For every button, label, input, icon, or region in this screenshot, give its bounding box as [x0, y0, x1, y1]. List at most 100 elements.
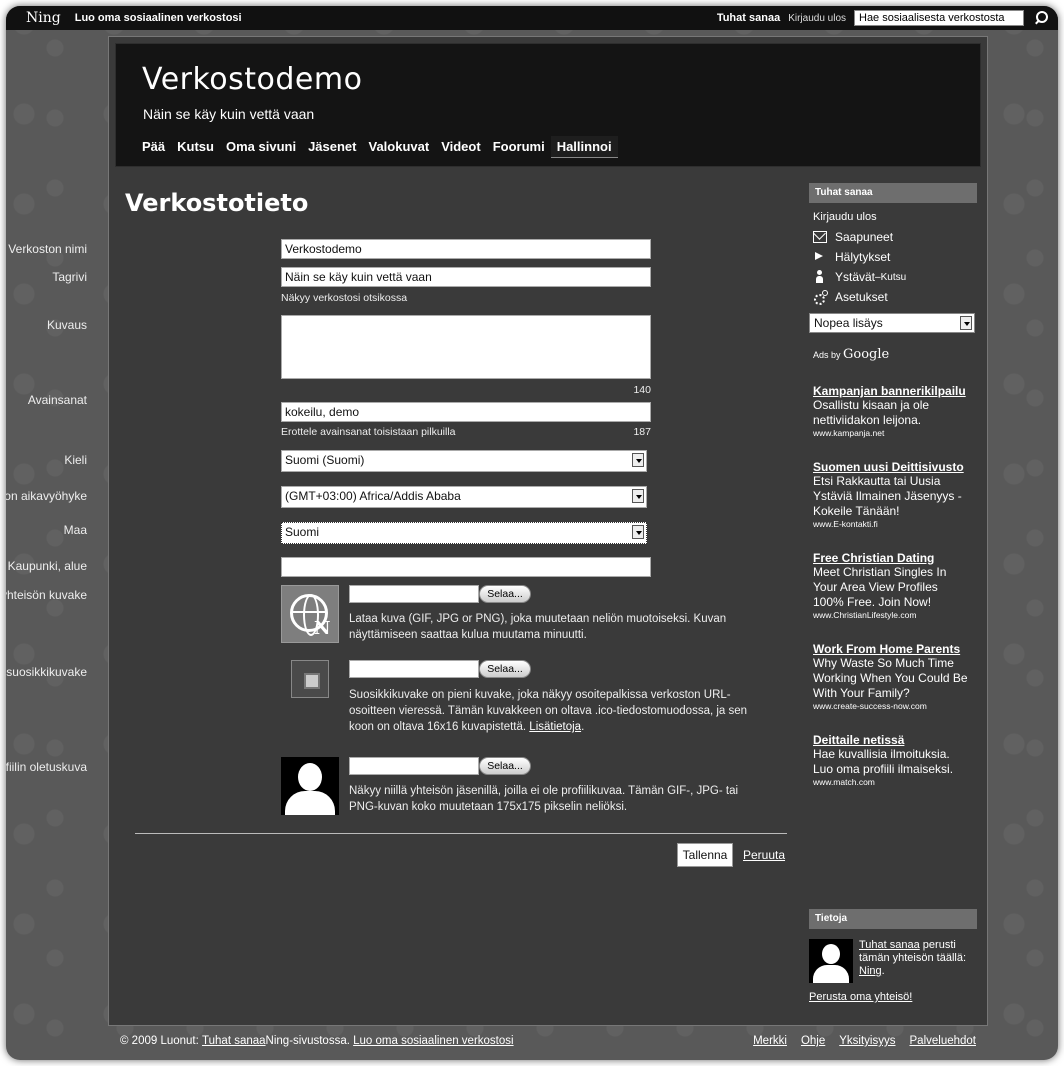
footer-link-merkki[interactable]: Merkki	[753, 1035, 787, 1047]
ad-title[interactable]: Kampanjan bannerikilpailu	[813, 384, 969, 398]
avatar-help: Näkyy niillä yhteisön jäsenillä, joilla …	[349, 785, 739, 813]
info-ning-link[interactable]: Ning	[859, 965, 882, 977]
google-logo: Google	[843, 347, 890, 362]
info-text: Tuhat sanaa perusti tämän yhteisön tääll…	[859, 939, 977, 978]
country-label: Maa	[63, 523, 87, 537]
ad-item[interactable]: Suomen uusi Deittisivusto Etsi Rakkautta…	[809, 460, 969, 529]
footer-links: Merkki Ohje Yksityisyys Palveluehdot	[753, 1035, 976, 1047]
sidebar-logout-link[interactable]: Kirjaudu ulos	[809, 203, 977, 227]
sidebar-friends-label: Ystävät	[835, 270, 876, 284]
tagline-input[interactable]: Näin se käy kuin vettä vaan	[281, 267, 651, 287]
form-divider	[135, 833, 787, 834]
sidebar: Tuhat sanaa Kirjaudu ulos Saapuneet Häly…	[809, 183, 977, 1003]
page-frame: Ning Luo oma sosiaalinen verkostosi Tuha…	[6, 6, 1058, 1060]
language-select[interactable]: Suomi (Suomi)	[281, 450, 647, 472]
ad-title[interactable]: Suomen uusi Deittisivusto	[813, 460, 969, 474]
avatar-browse-button[interactable]: Selaa...	[479, 757, 531, 775]
network-name-input[interactable]: Verkostodemo	[281, 239, 651, 259]
footer: © 2009 Luonut: Tuhat sanaa Ning-sivustos…	[120, 1035, 976, 1047]
info-user-link[interactable]: Tuhat sanaa	[859, 939, 920, 951]
mail-icon	[813, 231, 827, 243]
ad-url: www.E-kontakti.fi	[813, 519, 878, 529]
network-icon-browse-button[interactable]: Selaa...	[479, 585, 531, 603]
save-button[interactable]: Tallenna	[677, 843, 733, 867]
ad-url: www.create-success-now.com	[813, 701, 927, 711]
sidebar-invite-link[interactable]: Kutsu	[881, 272, 907, 283]
main-container: Verkostodemo Näin se käy kuin vettä vaan…	[6, 36, 988, 1026]
ning-user-link[interactable]: Tuhat sanaa	[717, 12, 780, 24]
favicon-help: Suosikkikuvake on pieni kuvake, joka näk…	[349, 687, 749, 735]
ad-url: www.kampanja.net	[813, 428, 885, 438]
language-label: Kieli	[64, 453, 87, 467]
sidebar-inbox-label: Saapuneet	[835, 230, 894, 244]
favicon-preview-icon	[291, 660, 329, 698]
quick-add-value: Nopea lisäys	[814, 316, 883, 330]
language-value: Suomi (Suomi)	[285, 453, 365, 467]
favicon-help-suffix: .	[581, 721, 585, 733]
timezone-value: (GMT+03:00) Africa/Addis Ababa	[285, 489, 461, 503]
cancel-link[interactable]: Peruuta	[743, 848, 785, 862]
country-value: Suomi	[285, 525, 320, 539]
friend-icon	[813, 270, 827, 283]
ad-item[interactable]: Free Christian Dating Meet Christian Sin…	[809, 551, 969, 620]
ad-body: Osallistu kisaan ja ole nettiviidakon le…	[813, 398, 930, 427]
favicon-file-input[interactable]	[349, 660, 479, 678]
quick-add-select[interactable]: Nopea lisäys	[809, 313, 975, 333]
favicon-browse-button[interactable]: Selaa...	[479, 660, 531, 678]
ning-logout-link[interactable]: Kirjaudu ulos	[788, 13, 846, 24]
description-textarea[interactable]	[281, 315, 651, 379]
ad-url: www.match.com	[813, 777, 875, 787]
ad-item[interactable]: Work From Home Parents Why Waste So Much…	[809, 642, 969, 711]
avatar[interactable]	[809, 939, 853, 983]
search-icon[interactable]	[1034, 11, 1048, 25]
ad-title[interactable]: Work From Home Parents	[813, 642, 969, 656]
ad-body: Why Waste So Much Time Working When You …	[813, 656, 968, 700]
country-select[interactable]: Suomi	[281, 522, 647, 544]
ad-body: Hae kuvallisia ilmoituksia. Luo oma prof…	[813, 747, 954, 776]
keywords-counter: 187	[633, 426, 651, 438]
found-network-link[interactable]: Perusta oma yhteisö!	[809, 991, 912, 1003]
avatar-file-input[interactable]	[349, 757, 479, 775]
description-counter: 140	[633, 384, 651, 396]
keywords-input[interactable]: kokeilu, demo	[281, 402, 651, 422]
network-icon-file-input[interactable]	[349, 585, 479, 603]
create-network-link[interactable]: Luo oma sosiaalinen verkostosi	[75, 12, 242, 24]
city-label: Kaupunki, alue	[7, 559, 87, 573]
ad-title[interactable]: Deittaile netissä	[813, 733, 969, 747]
sidebar-item-friends[interactable]: Ystävät – Kutsu	[809, 267, 977, 287]
city-input[interactable]	[281, 557, 651, 577]
timezone-select[interactable]: (GMT+03:00) Africa/Addis Ababa	[281, 486, 647, 508]
footer-link-yksityisyys[interactable]: Yksityisyys	[839, 1035, 895, 1047]
sidebar-item-alerts[interactable]: Hälytykset	[809, 247, 977, 267]
network-icon-help: Lataa kuva (GIF, JPG or PNG), joka muute…	[349, 613, 727, 641]
footer-create-link[interactable]: Luo oma sosiaalinen verkostosi	[353, 1035, 513, 1047]
chevron-down-icon	[632, 453, 644, 467]
ning-search-input[interactable]: Hae sosiaalisesta verkostosta	[854, 10, 1024, 26]
ad-url: www.ChristianLifestyle.com	[813, 610, 917, 620]
alert-icon	[813, 251, 827, 263]
tagline-help: Näkyy verkostosi otsikossa	[281, 292, 408, 304]
network-info-form: Verkoston nimi Verkostodemo Tagrivi Näin…	[6, 37, 799, 897]
ads-by-label: Ads by	[813, 350, 844, 360]
sidebar-user-heading[interactable]: Tuhat sanaa	[809, 183, 977, 203]
keywords-help: Erottele avainsanat toisistaan pilkuilla	[281, 426, 456, 438]
ad-item[interactable]: Kampanjan bannerikilpailu Osallistu kisa…	[809, 384, 969, 438]
ad-title[interactable]: Free Christian Dating	[813, 551, 969, 565]
sidebar-alerts-label: Hälytykset	[835, 250, 891, 264]
favicon-more-info-link[interactable]: Lisätietoja	[529, 721, 581, 733]
info-heading: Tietoja	[809, 909, 977, 929]
tagline-label: Tagrivi	[52, 270, 87, 284]
footer-link-palveluehdot[interactable]: Palveluehdot	[910, 1035, 977, 1047]
ning-logo[interactable]: Ning	[26, 10, 61, 26]
sidebar-item-inbox[interactable]: Saapuneet	[809, 227, 977, 247]
network-name-label: Verkoston nimi	[8, 242, 87, 256]
footer-link-ohje[interactable]: Ohje	[801, 1035, 825, 1047]
sidebar-item-settings[interactable]: Asetukset	[809, 287, 977, 307]
footer-author-link[interactable]: Tuhat sanaa	[202, 1035, 266, 1047]
avatar-placeholder-icon	[281, 757, 339, 815]
ads-by-google[interactable]: Ads by Google	[809, 347, 977, 362]
ad-item[interactable]: Deittaile netissä Hae kuvallisia ilmoitu…	[809, 733, 969, 787]
timezone-label: Verkoston aikavyöhyke	[6, 489, 87, 503]
keywords-label: Avainsanat	[27, 393, 87, 407]
description-label: Kuvaus	[46, 318, 87, 332]
